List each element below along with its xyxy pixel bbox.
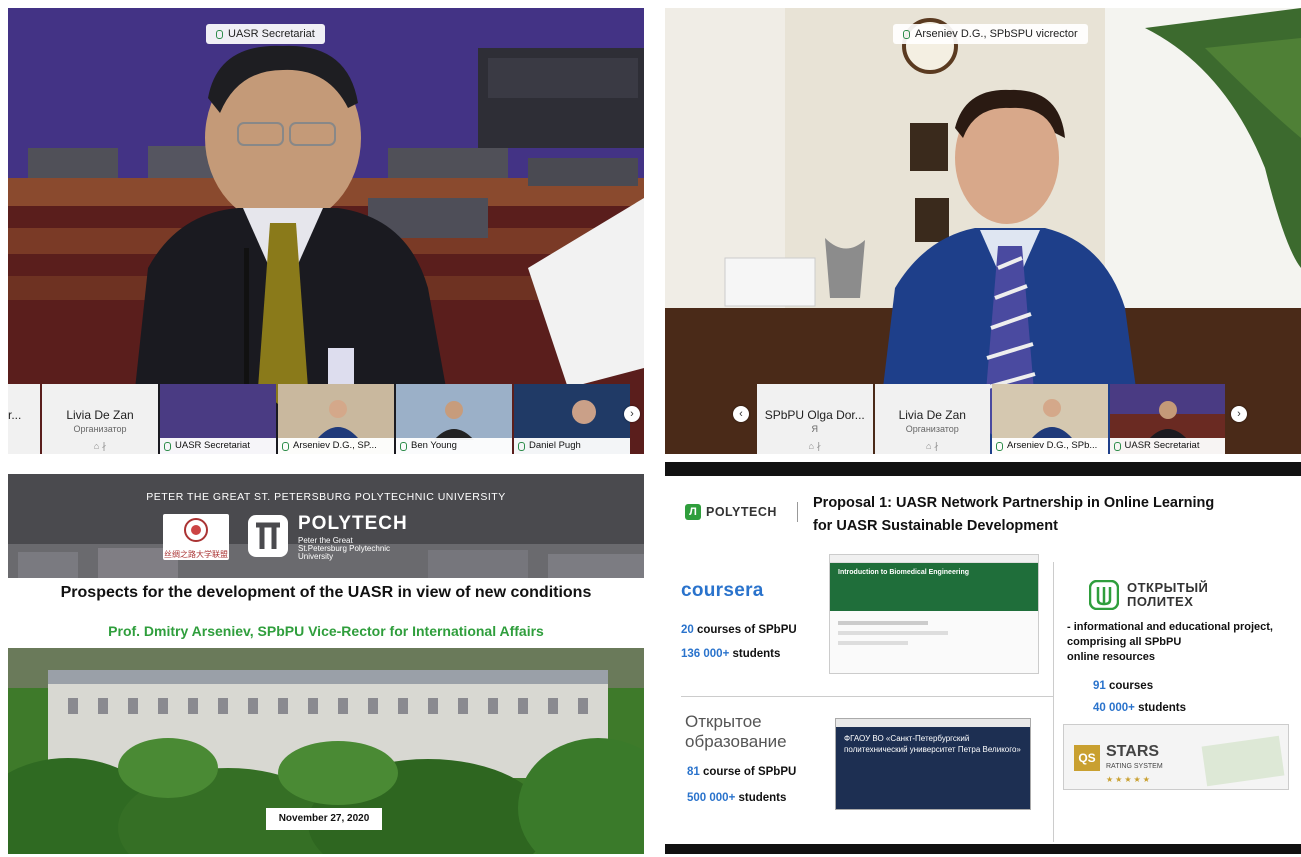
otkrytyi-students: 40 000+ students <box>1093 702 1187 714</box>
microphone-icon <box>282 441 289 451</box>
open-edu-courses: 81 course of SPbPU <box>687 766 797 778</box>
speaker-name-label: Arseniev D.G., SPbSPU vicrector <box>893 24 1088 44</box>
microphone-icon <box>996 441 1003 451</box>
next-participants-button[interactable]: › <box>1231 406 1247 422</box>
polytech-emblem-icon: Л <box>685 504 701 520</box>
polytech-logo-name: POLYTECH <box>298 513 408 534</box>
microphone-icon <box>903 29 910 39</box>
participant-tile-daniel-pugh[interactable]: Daniel Pugh <box>514 384 630 454</box>
speaker-name-label: UASR Secretariat <box>206 24 325 44</box>
coursera-screenshot: Introduction to Biomedical Engineering <box>829 554 1039 674</box>
open-edu-logo: Открытое образование <box>685 712 787 751</box>
tile-status-icons: ⌂ ∤ <box>93 441 107 451</box>
otkrytyi-emblem-icon <box>1089 580 1119 610</box>
slide-proposal: Л POLYTECH Proposal 1: UASR Network Part… <box>665 462 1301 854</box>
video-panel-arseniev[interactable]: Arseniev D.G., SPbSPU vicrector SPbPU Ol… <box>665 8 1301 454</box>
participant-tile-livia[interactable]: Livia De Zan Организатор ⌂ ∤ <box>42 384 158 454</box>
seal-icon <box>184 518 208 542</box>
participant-tile-uasr[interactable]: UASR Secretariat <box>1109 384 1225 454</box>
microphone-icon <box>1113 441 1121 451</box>
otkrytyi-courses: 91 courses <box>1093 680 1154 692</box>
microphone-icon <box>216 29 223 39</box>
polytech-logo: POLYTECH Peter the Great St.Petersburg P… <box>246 513 416 567</box>
qs-stars-badge: QS STARS RATING SYSTEM ★★★★★ <box>1063 724 1289 790</box>
participant-strip: SPbPU Olga Dor... Я ⌂ ∤ Livia De Zan Орг… <box>757 384 1227 454</box>
slide-bottom-bar <box>665 844 1301 854</box>
participant-tile-arseniev[interactable]: Arseniev D.G., SP... <box>278 384 394 454</box>
coursera-logo: coursera <box>681 580 764 601</box>
participant-tile-olga[interactable]: SPbPU Olga Dor... Я ⌂ ∤ <box>757 384 873 454</box>
participant-tile-arseniev[interactable]: Arseniev D.G., SPb... <box>992 384 1108 454</box>
tile-status-icons: ⌂ ∤ <box>926 441 939 451</box>
participant-tile-uasr[interactable]: UASR Secretariat <box>160 384 276 454</box>
slide-top-bar <box>665 462 1301 476</box>
prev-participants-button[interactable]: ‹ <box>733 406 749 422</box>
university-header-text: PETER THE GREAT ST. PETERSBURG POLYTECHN… <box>146 491 506 503</box>
coursera-students: 136 000+ students <box>681 648 781 660</box>
section-divider-horizontal <box>681 696 1053 697</box>
otkrytyi-politekh-logo: ОТКРЫТЫЙ ПОЛИТЕХ <box>1089 578 1208 612</box>
open-edu-students: 500 000+ students <box>687 792 787 804</box>
section-divider-vertical <box>1053 562 1054 842</box>
slide-title: Prospects for the development of the UAS… <box>60 584 592 601</box>
video-panel-uasr-secretariat[interactable]: UASR Secretariat r... Livia De Zan Орган… <box>8 8 644 454</box>
open-edu-screenshot: ФГАОУ ВО «Санкт-Петербургский политехнич… <box>835 718 1031 810</box>
microphone-icon <box>518 441 525 451</box>
rating-stars-icon: ★★★★★ <box>1106 775 1152 784</box>
participant-tile-ben-young[interactable]: Ben Young <box>396 384 512 454</box>
participant-strip: r... Livia De Zan Организатор ⌂ ∤ UASR S… <box>8 384 644 454</box>
polytech-brand: Л POLYTECH <box>685 502 777 522</box>
tile-status-icons: ⌂ ∤ <box>808 441 821 451</box>
polytech-emblem-icon <box>248 515 288 557</box>
qs-logo: QS <box>1074 745 1100 771</box>
otkrytyi-description: - informational and educational project,… <box>1067 621 1273 663</box>
slide-title-line1: Proposal 1: UASR Network Partnership in … <box>813 495 1215 511</box>
slide-top-gap <box>8 462 644 474</box>
participant-tile[interactable]: r... <box>8 384 40 454</box>
brand-divider <box>797 502 798 522</box>
next-participants-button[interactable]: › <box>624 406 640 422</box>
coursera-courses: 20 courses of SPbPU <box>681 624 797 636</box>
slide-subtitle: Prof. Dmitry Arseniev, SPbPU Vice-Rector… <box>108 623 544 639</box>
microphone-icon <box>164 441 171 451</box>
microphone-icon <box>400 441 407 451</box>
participant-tile-livia[interactable]: Livia De Zan Организатор ⌂ ∤ <box>874 384 990 454</box>
slide-title-line2: for UASR Sustainable Development <box>813 518 1058 534</box>
slide-date: November 27, 2020 <box>266 808 382 830</box>
slide-title-presentation: PETER THE GREAT ST. PETERSBURG POLYTECHN… <box>8 462 644 854</box>
uasr-seal-logo: 丝绸之路大学联盟 <box>163 514 229 560</box>
